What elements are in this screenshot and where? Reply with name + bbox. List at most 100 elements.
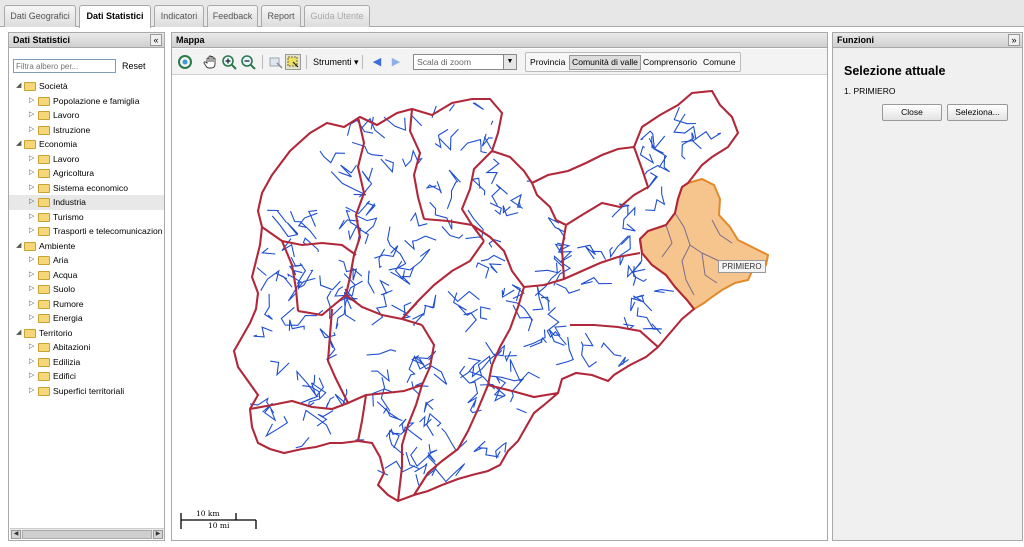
expand-arrow-icon[interactable]: ▷ (29, 195, 37, 209)
next-extent-icon[interactable]: ▶ (388, 54, 404, 70)
expand-arrow-icon[interactable]: ◢ (16, 239, 24, 253)
expand-arrow-icon[interactable]: ▷ (29, 253, 37, 267)
horizontal-scrollbar[interactable]: ◀ ▶ (10, 528, 164, 539)
municipality-boundary (472, 102, 484, 110)
expand-arrow-icon[interactable]: ▷ (29, 369, 37, 383)
tree-category-ambiente[interactable]: ◢ Ambiente (9, 239, 164, 254)
tree-category-territorio[interactable]: ◢ Territorio (9, 326, 164, 341)
tree-item-label: Sistema economico (53, 182, 128, 193)
toolbar-separator (262, 55, 263, 69)
municipality-boundary (295, 436, 310, 449)
expand-arrow-icon[interactable]: ◢ (16, 79, 24, 93)
tree-category-societa[interactable]: ◢ Società (9, 79, 164, 94)
municipality-boundary (371, 293, 387, 326)
level-comprensorio-button[interactable]: Comprensorio (643, 57, 697, 67)
tree-item-lavoro[interactable]: ▷ Lavoro (9, 152, 164, 167)
tree-item-popolazione-e-famiglia[interactable]: ▷ Popolazione e famiglia (9, 94, 164, 109)
expand-arrow-icon[interactable]: ▷ (29, 268, 37, 282)
scroll-left-icon[interactable]: ◀ (11, 530, 21, 539)
scrollbar-thumb[interactable] (22, 530, 152, 539)
scroll-right-icon[interactable]: ▶ (153, 530, 163, 539)
tab-feedback[interactable]: Feedback (207, 5, 258, 27)
tree-item-superfici-territoriali[interactable]: ▷ Superfici territoriali (9, 384, 164, 399)
expand-arrow-icon[interactable]: ▷ (29, 123, 37, 137)
expand-arrow-icon[interactable]: ▷ (29, 340, 37, 354)
tree-item-istruzione[interactable]: ▷ Istruzione (9, 123, 164, 138)
municipality-boundary (366, 349, 397, 356)
select-button[interactable]: Seleziona... (947, 104, 1008, 121)
tree-item-trasporti-e-telecomunicazion[interactable]: ▷ Trasporti e telecomunicazion (9, 224, 164, 239)
expand-arrow-icon[interactable]: ▷ (29, 166, 37, 180)
strumenti-menu-button[interactable]: Strumenti ▾ (313, 55, 359, 69)
municipality-boundary (617, 356, 629, 367)
funzioni-panel: Funzioni » Selezione attuale 1. PRIMIERO… (832, 32, 1023, 541)
expand-arrow-icon[interactable]: ▷ (29, 297, 37, 311)
tree-item-edifici[interactable]: ▷ Edifici (9, 369, 164, 384)
folder-icon (38, 125, 50, 135)
expand-arrow-icon[interactable]: ◢ (16, 137, 24, 151)
tree-item-lavoro[interactable]: ▷ Lavoro (9, 108, 164, 123)
municipality-boundary (256, 267, 267, 276)
chevron-down-icon[interactable]: ▼ (503, 55, 516, 69)
tree-item-acqua[interactable]: ▷ Acqua (9, 268, 164, 283)
folder-icon (38, 111, 50, 120)
pan-hand-icon[interactable] (203, 54, 219, 70)
expand-arrow-icon[interactable]: ▷ (29, 224, 37, 238)
tree-item-energia[interactable]: ▷ Energia (9, 311, 164, 326)
expand-arrow-icon[interactable]: ▷ (29, 108, 37, 122)
expand-arrow-icon[interactable]: ▷ (29, 282, 37, 296)
zoom-in-icon[interactable] (221, 54, 237, 70)
expand-arrow-icon[interactable]: ◢ (16, 326, 24, 340)
tree-item-agricoltura[interactable]: ▷ Agricoltura (9, 166, 164, 181)
tab-dati-geografici[interactable]: Dati Geografici (4, 5, 76, 27)
tree-item-suolo[interactable]: ▷ Suolo (9, 282, 164, 297)
close-button[interactable]: Close (882, 104, 942, 121)
tree-item-turismo[interactable]: ▷ Turismo (9, 210, 164, 225)
identify-icon[interactable] (268, 54, 284, 70)
municipality-boundary (325, 396, 335, 409)
tree-item-edilizia[interactable]: ▷ Edilizia (9, 355, 164, 370)
expand-arrow-icon[interactable]: ▷ (29, 355, 37, 369)
municipality-boundary (580, 276, 612, 285)
collapse-right-icon[interactable]: » (1008, 34, 1020, 46)
folder-icon (38, 299, 50, 309)
municipality-boundary (502, 205, 519, 217)
municipality-boundary (470, 375, 496, 390)
reset-filter-button[interactable]: Reset (122, 61, 146, 71)
tree-item-label: Popolazione e famiglia (53, 95, 140, 106)
expand-arrow-icon[interactable]: ▷ (29, 94, 37, 108)
tree-item-abitazioni[interactable]: ▷ Abitazioni (9, 340, 164, 355)
municipality-boundary (556, 336, 574, 366)
expand-arrow-icon[interactable]: ▷ (29, 311, 37, 325)
level-comune-button[interactable]: Comune (703, 57, 735, 67)
tree-item-aria[interactable]: ▷ Aria (9, 253, 164, 268)
tree-category-label: Territorio (39, 327, 73, 338)
tab-dati-statistici[interactable]: Dati Statistici (79, 5, 151, 28)
expand-arrow-icon[interactable]: ▷ (29, 210, 37, 224)
trentino-map (232, 89, 770, 503)
zoom-to-extent-icon[interactable] (177, 54, 193, 70)
level-provincia-button[interactable]: Provincia (530, 57, 565, 67)
tab-report[interactable]: Report (261, 5, 301, 27)
zoom-scale-select[interactable]: Scala di zoom ▼ (413, 54, 517, 70)
tree-item-industria[interactable]: ▷ Industria (9, 195, 164, 210)
municipality-boundary (415, 474, 420, 486)
zoom-out-icon[interactable] (240, 54, 256, 70)
level-comunita-di-valle-button[interactable]: Comunità di valle (569, 55, 641, 70)
previous-extent-icon[interactable]: ◀ (369, 54, 385, 70)
expand-arrow-icon[interactable]: ▷ (29, 384, 37, 398)
collapse-left-icon[interactable]: « (150, 34, 162, 46)
expand-arrow-icon[interactable]: ▷ (29, 152, 37, 166)
municipality-boundary (509, 193, 524, 209)
tree-filter-input[interactable] (13, 59, 116, 73)
primiero-district[interactable] (638, 177, 770, 311)
tree-category-economia[interactable]: ◢ Economia (9, 137, 164, 152)
map-canvas[interactable]: PRIMIERO 10 km 10 mi (172, 75, 827, 540)
tree-item-sistema-economico[interactable]: ▷ Sistema economico (9, 181, 164, 196)
right-panel-header: Funzioni » (832, 32, 1023, 48)
municipality-boundary (307, 398, 321, 408)
tab-indicatori[interactable]: Indicatori (154, 5, 204, 27)
select-feature-icon[interactable] (285, 54, 301, 70)
tree-item-rumore[interactable]: ▷ Rumore (9, 297, 164, 312)
expand-arrow-icon[interactable]: ▷ (29, 181, 37, 195)
